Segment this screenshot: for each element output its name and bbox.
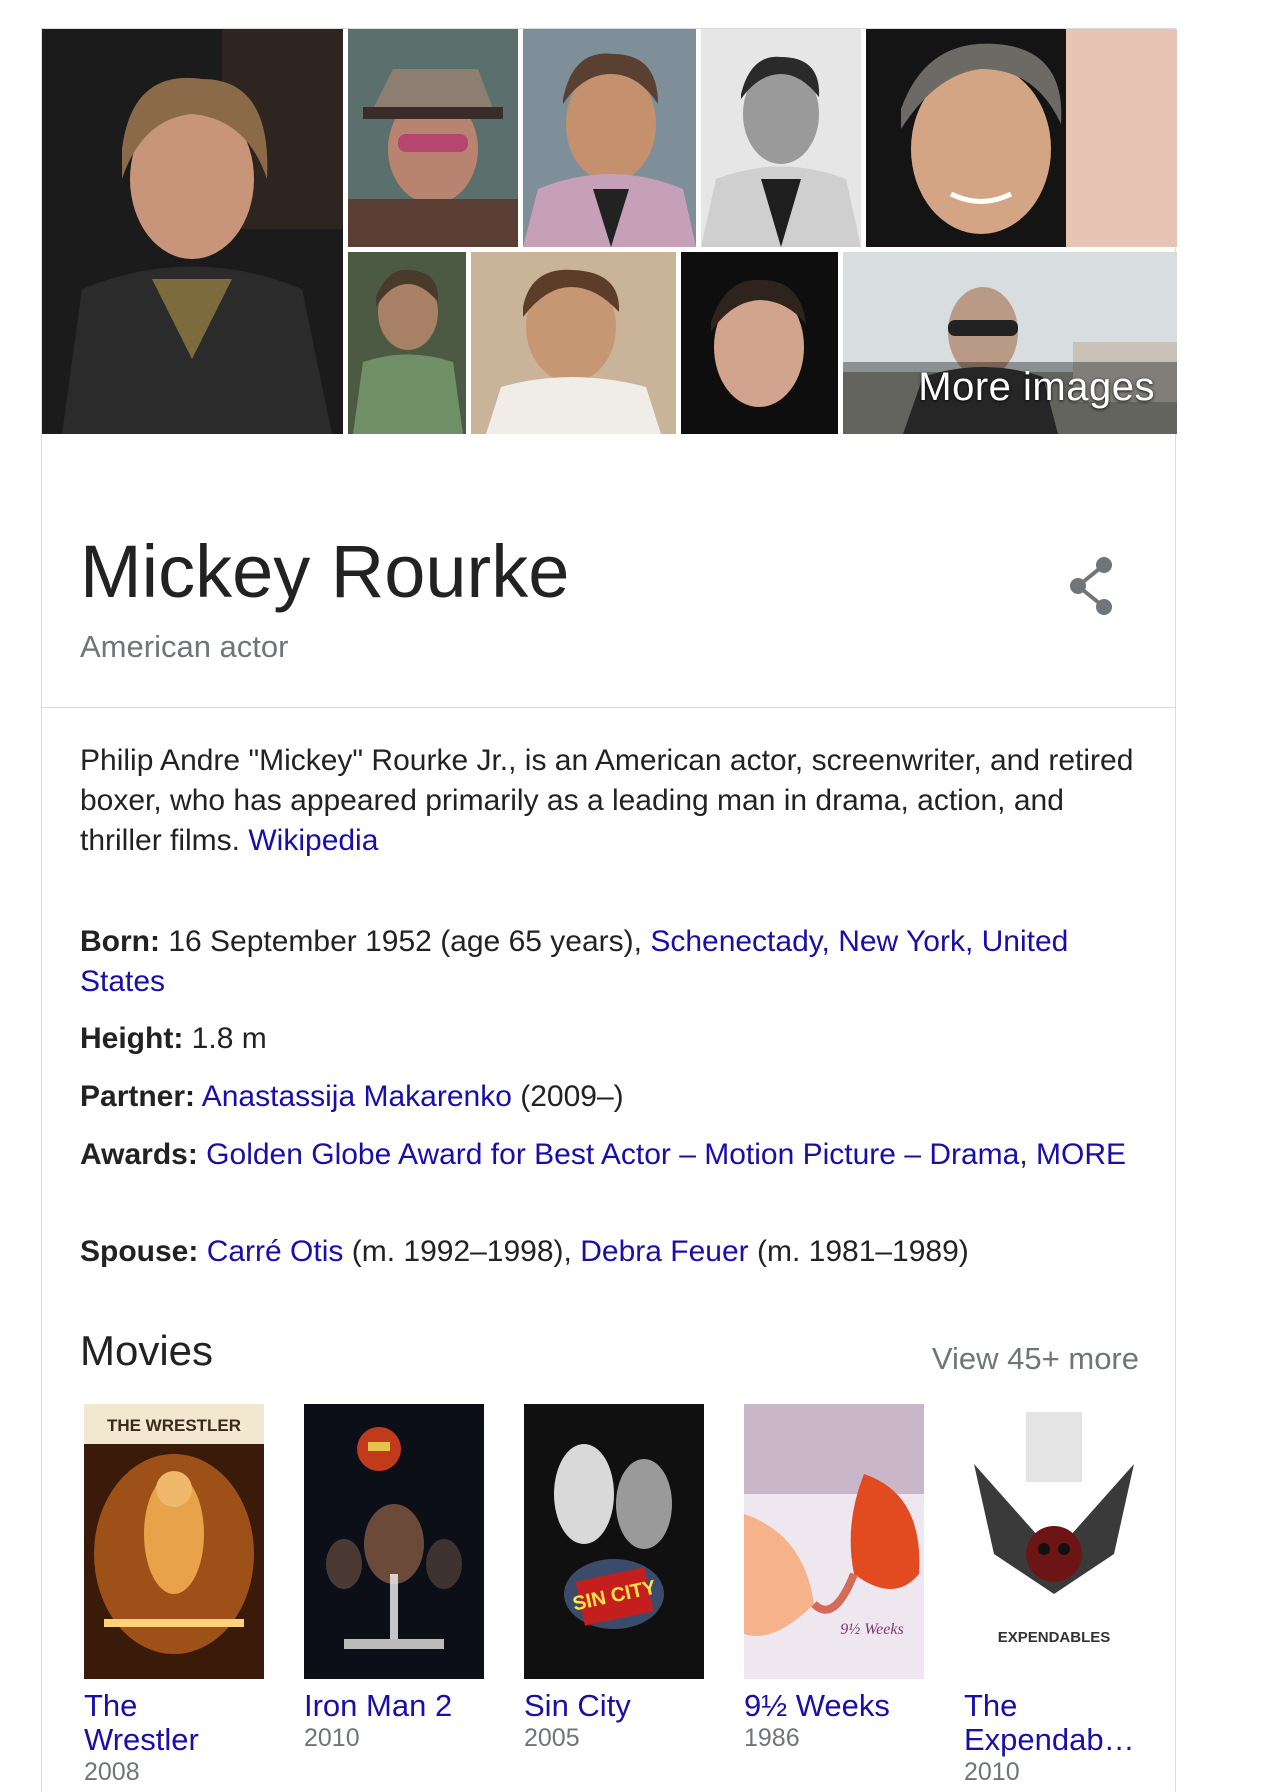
movie-card[interactable]: 9½ Weeks 9½ Weeks 1986 xyxy=(744,1404,934,1753)
movie-year: 2010 xyxy=(304,1724,360,1752)
fact-value: (m. 1992–1998), xyxy=(351,1235,572,1268)
movie-poster[interactable]: 9½ Weeks xyxy=(744,1404,924,1679)
poster-text: EXPENDABLES xyxy=(998,1629,1111,1646)
movie-poster[interactable]: SIN CITY xyxy=(524,1404,704,1679)
photo-thumbnail[interactable] xyxy=(471,252,676,434)
photo-thumbnail[interactable] xyxy=(701,29,861,247)
movie-card[interactable]: Iron Man 2 2010 xyxy=(304,1404,494,1753)
spouse-link[interactable]: Debra Feuer xyxy=(580,1235,748,1268)
fact-value: (2009–) xyxy=(520,1080,624,1113)
movie-poster[interactable]: EXPENDABLES xyxy=(964,1404,1144,1679)
view-more-movies-link[interactable]: View 45+ more xyxy=(932,1341,1139,1377)
movie-poster[interactable]: THE WRESTLER xyxy=(84,1404,264,1679)
movie-year: 1986 xyxy=(744,1724,800,1752)
movie-title[interactable]: The Wrestler xyxy=(84,1689,274,1757)
award-link[interactable]: Golden Globe Award for Best Actor – Moti… xyxy=(206,1138,1019,1171)
more-images-tile[interactable]: More images xyxy=(843,252,1177,434)
movie-title[interactable]: The Expendab… xyxy=(964,1689,1154,1757)
fact-separator: , xyxy=(1019,1138,1028,1171)
poster-text: THE WRESTLER xyxy=(107,1416,241,1435)
movies-heading: Movies xyxy=(80,1327,214,1374)
wikipedia-link[interactable]: Wikipedia xyxy=(248,824,378,857)
photo-thumbnail[interactable] xyxy=(866,29,1177,247)
main-photo[interactable] xyxy=(42,29,343,434)
movie-title[interactable]: Sin City xyxy=(524,1689,714,1723)
fact-value: 1.8 m xyxy=(191,1022,267,1055)
movie-year: 2005 xyxy=(524,1724,580,1752)
entity-title: Mickey Rourke xyxy=(80,530,570,613)
fact-label: Spouse: xyxy=(80,1235,199,1268)
fact-partner: Partner: Anastassija Makarenko (2009–) xyxy=(80,1077,1140,1117)
more-images-label[interactable]: More images xyxy=(918,365,1155,410)
poster-text: 9½ Weeks xyxy=(840,1621,903,1638)
movie-card[interactable]: THE WRESTLER The Wrestler 2008 xyxy=(84,1404,274,1787)
fact-born: Born: 16 September 1952 (age 65 years), … xyxy=(80,922,1140,1002)
fact-height: Height: 1.8 m xyxy=(80,1019,1140,1059)
movie-year: 2008 xyxy=(84,1758,140,1786)
movie-title[interactable]: 9½ Weeks xyxy=(744,1689,934,1723)
awards-more-link[interactable]: MORE xyxy=(1036,1138,1126,1171)
fact-label: Height: xyxy=(80,1022,184,1055)
spouse-link[interactable]: Carré Otis xyxy=(207,1235,344,1268)
movie-year: 2010 xyxy=(964,1758,1020,1786)
fact-label: Partner: xyxy=(80,1080,196,1113)
fact-awards: Awards: Golden Globe Award for Best Acto… xyxy=(80,1135,1140,1175)
photo-thumbnail[interactable] xyxy=(523,29,696,247)
knowledge-panel: More images Mickey Rourke American actor… xyxy=(41,28,1177,1792)
partner-link[interactable]: Anastassija Makarenko xyxy=(202,1080,512,1113)
fact-label: Born: xyxy=(80,925,160,958)
divider xyxy=(42,707,1175,708)
entity-subtitle: American actor xyxy=(80,629,289,664)
fact-spouse: Spouse: Carré Otis (m. 1992–1998), Debra… xyxy=(80,1232,1140,1272)
movie-card[interactable]: SIN CITY Sin City 2005 xyxy=(524,1404,714,1753)
movie-poster[interactable] xyxy=(304,1404,484,1679)
description-text: Philip Andre "Mickey" Rourke Jr., is an … xyxy=(80,744,1134,857)
photo-thumbnail[interactable] xyxy=(681,252,838,434)
share-icon[interactable] xyxy=(1064,551,1124,621)
movie-title[interactable]: Iron Man 2 xyxy=(304,1689,494,1723)
entity-description: Philip Andre "Mickey" Rourke Jr., is an … xyxy=(80,741,1140,861)
photo-thumbnail[interactable] xyxy=(348,29,518,247)
fact-label: Awards: xyxy=(80,1138,198,1171)
fact-value: (m. 1981–1989) xyxy=(756,1235,969,1268)
photo-thumbnail[interactable] xyxy=(348,252,466,434)
fact-value: 16 September 1952 (age 65 years), xyxy=(168,925,642,958)
movie-card[interactable]: EXPENDABLES The Expendab… 2010 xyxy=(964,1404,1154,1787)
